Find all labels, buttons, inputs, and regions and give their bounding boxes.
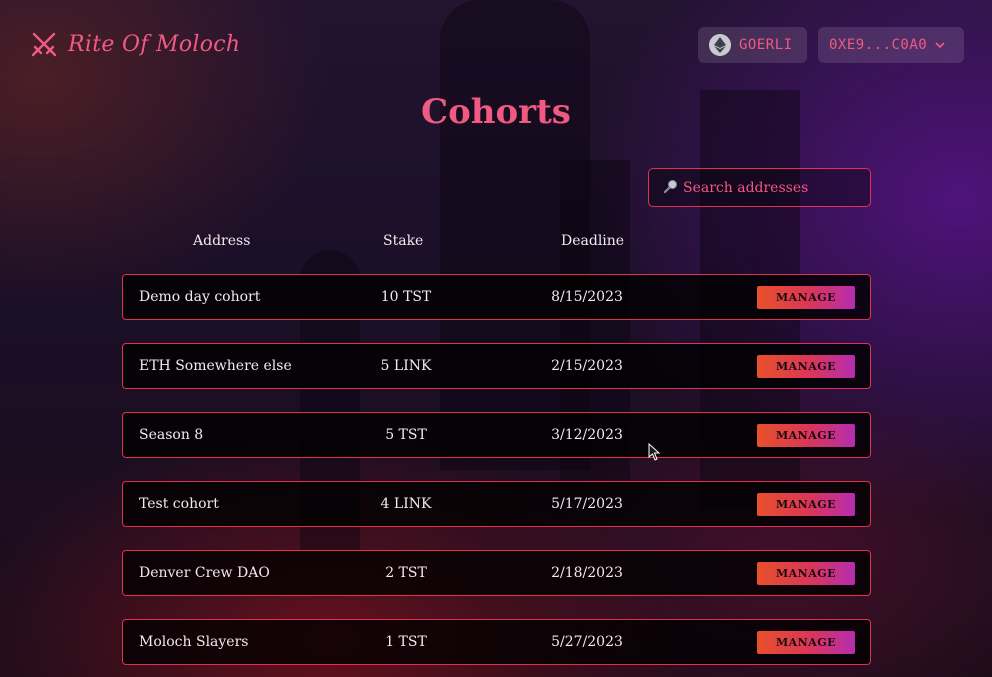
cohort-deadline: 2/18/2023 [551, 565, 623, 581]
ethereum-icon [709, 34, 731, 56]
cohort-stake: 10 TST [380, 289, 432, 305]
column-header-address: Address [193, 233, 251, 249]
brand-name: Rite Of Moloch [68, 31, 241, 57]
magnifier-icon [663, 178, 678, 197]
manage-button[interactable]: MANAGE [757, 493, 855, 516]
column-header-deadline: Deadline [561, 233, 625, 249]
cohort-address: Season 8 [139, 427, 204, 443]
network-label: GOERLI [739, 37, 793, 53]
cohort-stake: 4 LINK [380, 496, 432, 512]
column-header-stake: Stake [383, 233, 424, 249]
cohort-stake: 5 TST [385, 427, 427, 443]
cohort-deadline: 5/17/2023 [551, 496, 623, 512]
table-row: ETH Somewhere else 5 LINK 2/15/2023 MANA… [122, 343, 871, 389]
table-row: Moloch Slayers 1 TST 5/27/2023 MANAGE [122, 619, 871, 665]
manage-button[interactable]: MANAGE [757, 355, 855, 378]
manage-button[interactable]: MANAGE [757, 424, 855, 447]
mouse-cursor-icon [648, 442, 661, 465]
cohort-stake: 1 TST [385, 634, 427, 650]
cohort-stake: 2 TST [385, 565, 427, 581]
search-field[interactable] [648, 168, 871, 207]
crossed-swords-icon [30, 30, 58, 58]
cohort-deadline: 3/12/2023 [551, 427, 623, 443]
table-row: Test cohort 4 LINK 5/17/2023 MANAGE [122, 481, 871, 527]
cohort-address: Demo day cohort [139, 289, 261, 305]
table-row: Demo day cohort 10 TST 8/15/2023 MANAGE [122, 274, 871, 320]
cohort-stake: 5 LINK [380, 358, 432, 374]
table-row: Season 8 5 TST 3/12/2023 MANAGE [122, 412, 871, 458]
chevron-down-icon [935, 39, 945, 52]
table-row: Denver Crew DAO 2 TST 2/18/2023 MANAGE [122, 550, 871, 596]
manage-button[interactable]: MANAGE [757, 562, 855, 585]
manage-button[interactable]: MANAGE [757, 286, 855, 309]
account-menu-button[interactable]: 0XE9...C0A0 [818, 27, 964, 63]
account-address: 0XE9...C0A0 [829, 37, 928, 53]
cohort-deadline: 2/15/2023 [551, 358, 623, 374]
cohort-deadline: 5/27/2023 [551, 634, 623, 650]
cohort-address: Denver Crew DAO [139, 565, 270, 581]
cohort-deadline: 8/15/2023 [551, 289, 623, 305]
cohort-address: ETH Somewhere else [139, 358, 292, 374]
cohort-address: Moloch Slayers [139, 634, 249, 650]
cohort-address: Test cohort [139, 496, 219, 512]
page-title: Cohorts [421, 92, 571, 132]
cohort-list: Demo day cohort 10 TST 8/15/2023 MANAGE … [122, 274, 871, 677]
manage-button[interactable]: MANAGE [757, 631, 855, 654]
brand-logo-link[interactable]: Rite Of Moloch [30, 28, 240, 60]
search-input[interactable] [683, 179, 863, 196]
network-switcher[interactable]: GOERLI [698, 27, 807, 63]
